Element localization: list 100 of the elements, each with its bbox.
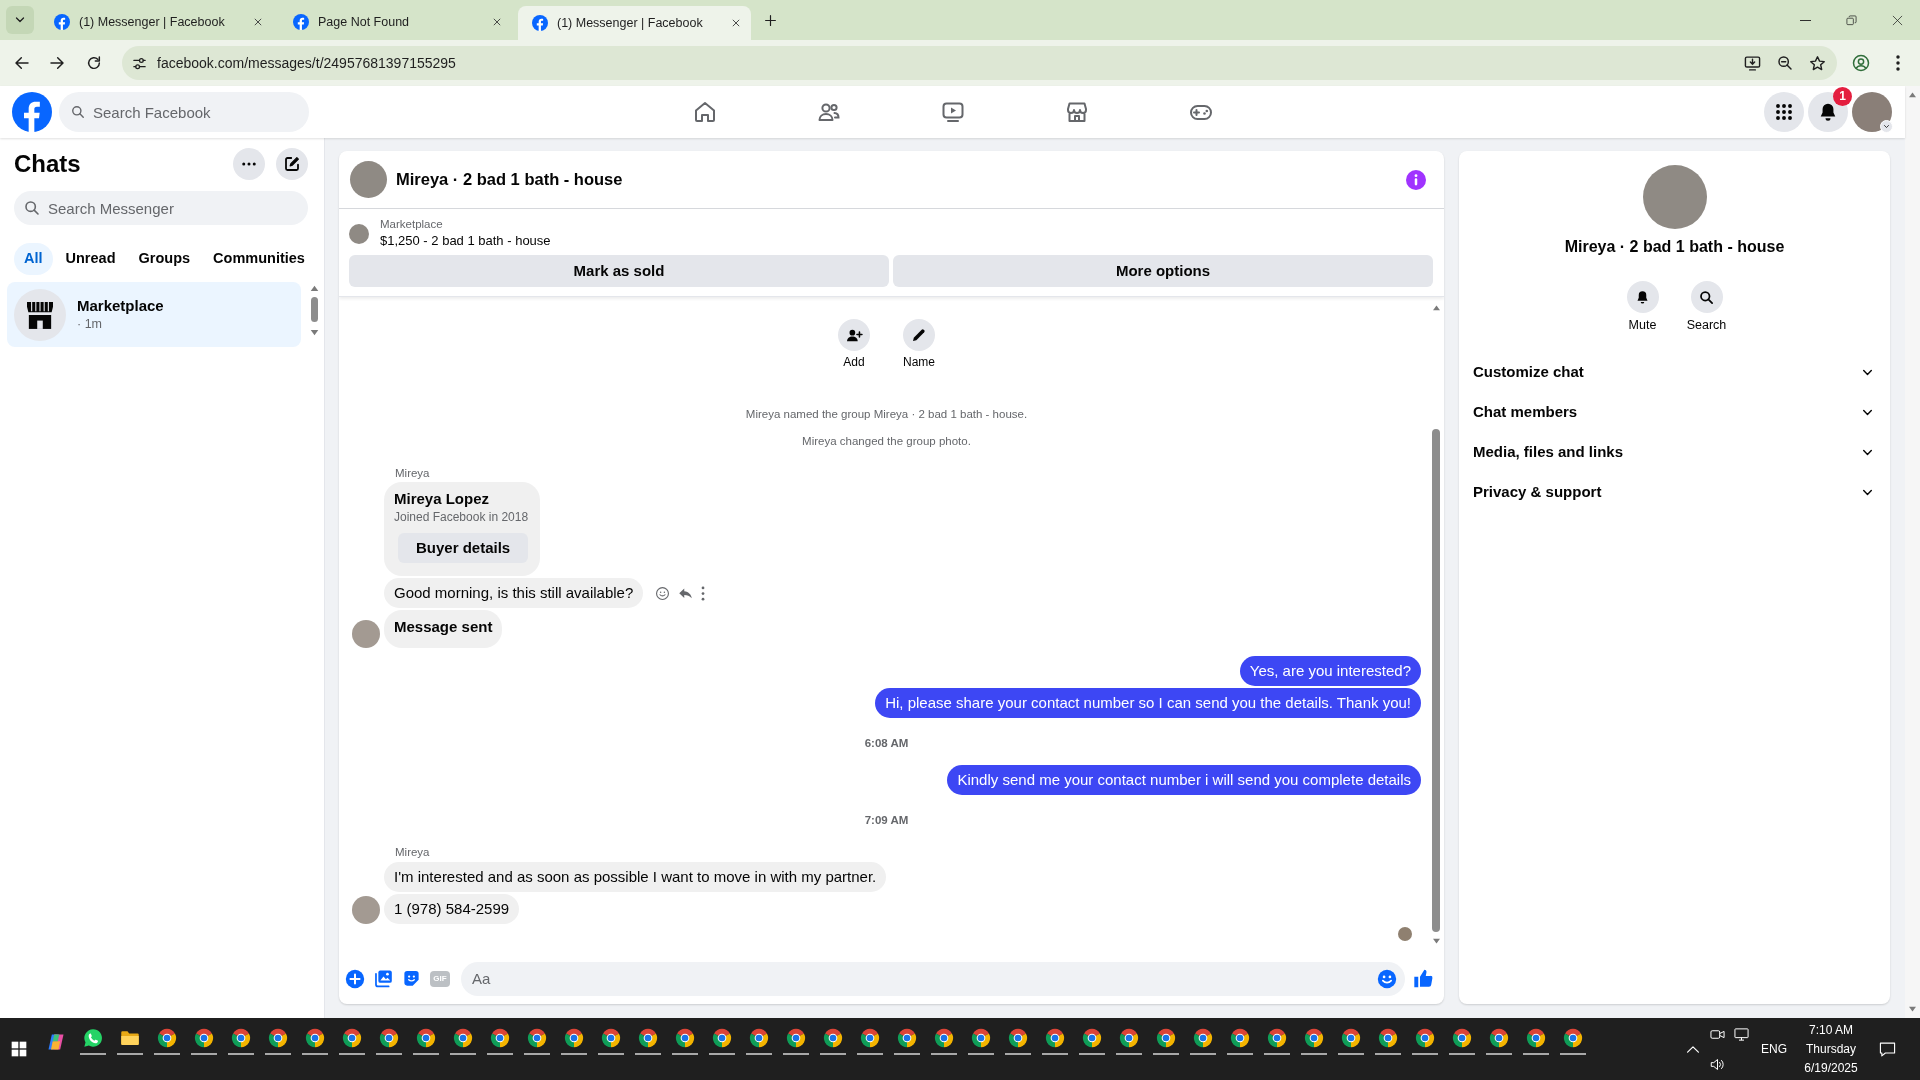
- reload-icon[interactable]: [86, 55, 102, 71]
- image-icon[interactable]: [374, 969, 393, 988]
- chrome-icon[interactable]: [711, 1028, 732, 1048]
- chrome-icon[interactable]: [896, 1028, 917, 1048]
- chrome-icon[interactable]: [1303, 1028, 1324, 1048]
- chrome-icon[interactable]: [1488, 1028, 1509, 1048]
- chrome-icon[interactable]: [1044, 1028, 1065, 1048]
- mute-button[interactable]: [1626, 281, 1659, 313]
- video-play-icon[interactable]: [940, 100, 965, 124]
- menu-kebab-icon[interactable]: [1896, 55, 1900, 71]
- apps-menu-button[interactable]: [1764, 92, 1804, 132]
- browser-tab[interactable]: (1) Messenger | Facebook: [518, 6, 751, 40]
- chrome-icon[interactable]: [1266, 1028, 1287, 1048]
- chrome-icon[interactable]: [1007, 1028, 1028, 1048]
- home-icon[interactable]: [692, 100, 717, 124]
- scroll-down-icon[interactable]: [1908, 1006, 1917, 1013]
- friends-icon[interactable]: [816, 100, 841, 124]
- chrome-icon[interactable]: [970, 1028, 991, 1048]
- mark-as-sold-button[interactable]: Mark as sold: [349, 255, 889, 287]
- chevron-up-icon[interactable]: [1687, 1045, 1699, 1053]
- scroll-up-icon[interactable]: [1431, 304, 1441, 311]
- chrome-icon[interactable]: [230, 1028, 251, 1048]
- page-scrollbar[interactable]: [1905, 86, 1920, 1018]
- chrome-icon[interactable]: [452, 1028, 473, 1048]
- forward-arrow-icon[interactable]: [49, 55, 65, 71]
- chrome-icon[interactable]: [859, 1028, 880, 1048]
- chrome-icon[interactable]: [600, 1028, 621, 1048]
- chrome-icon[interactable]: [526, 1028, 547, 1048]
- address-bar[interactable]: facebook.com/messages/t/24957681397155295: [122, 46, 1837, 80]
- chrome-icon[interactable]: [674, 1028, 695, 1048]
- plus-circle-icon[interactable]: [345, 968, 365, 989]
- emoji-icon[interactable]: [1377, 968, 1397, 989]
- bookmark-star-icon[interactable]: [1809, 54, 1826, 72]
- storefront-icon[interactable]: [1064, 100, 1089, 124]
- thumbs-up-icon[interactable]: [1413, 968, 1434, 989]
- info-icon[interactable]: [1406, 169, 1426, 190]
- search-button[interactable]: [1690, 281, 1723, 313]
- scrollbar-thumb[interactable]: [1432, 429, 1440, 932]
- close-icon[interactable]: [731, 18, 741, 28]
- scrollbar-thumb[interactable]: [311, 297, 318, 322]
- account-avatar[interactable]: [1852, 92, 1892, 132]
- filter-tab[interactable]: Unread: [55, 243, 126, 275]
- close-icon[interactable]: [253, 17, 263, 27]
- chrome-icon[interactable]: [156, 1028, 177, 1048]
- chrome-icon[interactable]: [193, 1028, 214, 1048]
- chrome-icon[interactable]: [415, 1028, 436, 1048]
- filter-tab[interactable]: Communities: [203, 243, 315, 275]
- chrome-icon[interactable]: [563, 1028, 584, 1048]
- speaker-icon[interactable]: [1709, 1056, 1725, 1072]
- more-options-button[interactable]: More options: [893, 255, 1433, 287]
- chrome-icon[interactable]: [933, 1028, 954, 1048]
- browser-tab[interactable]: (1) Messenger | Facebook: [40, 5, 273, 39]
- section-row[interactable]: Privacy & support: [1459, 472, 1890, 512]
- chrome-icon[interactable]: [748, 1028, 769, 1048]
- facebook-logo-icon[interactable]: [12, 92, 52, 132]
- chrome-icon[interactable]: [785, 1028, 806, 1048]
- group-photo[interactable]: [350, 161, 387, 198]
- chrome-icon[interactable]: [1562, 1028, 1583, 1048]
- buyer-details-button[interactable]: Buyer details: [398, 533, 529, 563]
- chrome-icon[interactable]: [1340, 1028, 1361, 1048]
- section-row[interactable]: Customize chat: [1459, 352, 1890, 392]
- chrome-icon[interactable]: [1192, 1028, 1213, 1048]
- language-indicator[interactable]: ENG: [1759, 1040, 1789, 1058]
- search-field[interactable]: Search Messenger: [14, 191, 308, 225]
- search-field[interactable]: Search Facebook: [59, 92, 309, 132]
- chrome-icon[interactable]: [1081, 1028, 1102, 1048]
- add-member-button[interactable]: [838, 319, 870, 351]
- clock-day[interactable]: Thursday: [1806, 1039, 1856, 1059]
- notification-icon[interactable]: [1878, 1040, 1896, 1058]
- chrome-icon[interactable]: [1229, 1028, 1250, 1048]
- chrome-icon[interactable]: [1525, 1028, 1546, 1048]
- scroll-up-icon[interactable]: [310, 284, 319, 292]
- monitor-icon[interactable]: [1733, 1026, 1749, 1042]
- sliders-icon[interactable]: [131, 55, 147, 71]
- whatsapp-icon[interactable]: [82, 1028, 103, 1048]
- folder-icon[interactable]: [119, 1028, 140, 1048]
- clock-date[interactable]: 6/19/2025: [1804, 1058, 1858, 1078]
- back-arrow-icon[interactable]: [14, 55, 30, 71]
- chrome-icon[interactable]: [637, 1028, 658, 1048]
- more-options-button[interactable]: [233, 148, 265, 180]
- chrome-icon[interactable]: [489, 1028, 510, 1048]
- chrome-icon[interactable]: [1414, 1028, 1435, 1048]
- sticker-icon[interactable]: [402, 969, 421, 988]
- close-icon[interactable]: [1891, 14, 1903, 26]
- chrome-icon[interactable]: [267, 1028, 288, 1048]
- chrome-icon[interactable]: [1118, 1028, 1139, 1048]
- scroll-down-icon[interactable]: [1431, 938, 1441, 945]
- browser-tab[interactable]: Page Not Found: [279, 5, 512, 39]
- section-row[interactable]: Chat members: [1459, 392, 1890, 432]
- profile-icon[interactable]: [1852, 54, 1870, 72]
- account-menu-chevron-icon[interactable]: [1880, 120, 1893, 133]
- chrome-icon[interactable]: [822, 1028, 843, 1048]
- chat-list-item[interactable]: Marketplace · 1m: [7, 282, 301, 347]
- message-input[interactable]: Aa: [461, 961, 1405, 996]
- app-icon[interactable]: [45, 1032, 66, 1052]
- chrome-icon[interactable]: [1155, 1028, 1176, 1048]
- scroll-down-icon[interactable]: [310, 329, 319, 337]
- notifications-button[interactable]: [1808, 92, 1848, 132]
- chrome-icon[interactable]: [1451, 1028, 1472, 1048]
- chrome-icon[interactable]: [378, 1028, 399, 1048]
